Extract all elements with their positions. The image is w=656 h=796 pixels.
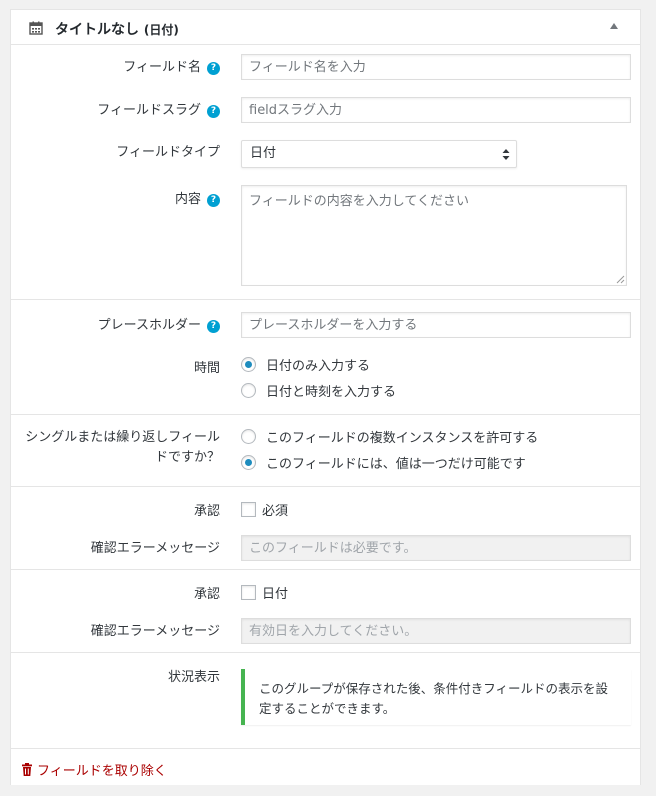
radio-button[interactable] — [241, 382, 256, 398]
content-label-text: 内容 — [174, 192, 201, 207]
radio-button[interactable] — [241, 356, 256, 372]
panel-type-label: (日付) — [143, 23, 179, 37]
radio-button[interactable] — [241, 428, 256, 444]
section-divider — [11, 299, 640, 300]
resize-grip-icon[interactable] — [616, 275, 625, 284]
required-error-label: 確認エラーメッセージ — [90, 541, 220, 556]
help-icon[interactable]: ? — [207, 194, 220, 207]
status-label: 状況表示 — [167, 670, 220, 685]
time-option-date-time[interactable]: 日付と時刻を入力する — [241, 381, 397, 400]
field-name-label-text: フィールド名 — [123, 60, 201, 75]
time-option-date-only[interactable]: 日付のみ入力する — [241, 355, 371, 374]
radio-label: このフィールドには、値は一つだけ可能です — [266, 456, 526, 472]
repeat-option-multiple[interactable]: このフィールドの複数インスタンスを許可する — [241, 427, 539, 446]
field-slug-label-text: フィールドスラグ — [97, 103, 201, 118]
validation-required-label: 承認 — [193, 504, 220, 519]
checkbox-label: 必須 — [262, 503, 289, 519]
content-placeholder: フィールドの内容を入力してください — [249, 194, 469, 209]
validation-date-label: 承認 — [193, 587, 220, 602]
help-icon[interactable]: ? — [207, 62, 220, 75]
time-label: 時間 — [193, 361, 220, 376]
required-error-input — [241, 535, 631, 561]
required-checkbox-row[interactable]: 必須 — [241, 500, 289, 519]
select-arrows-icon — [502, 149, 510, 160]
repeat-label: シングルまたは繰り返しフィールドですか？ — [25, 430, 220, 466]
placeholder-label-text: プレースホルダー — [97, 318, 201, 333]
trash-icon — [22, 763, 32, 776]
panel-footer: フィールドを取り除く — [11, 748, 640, 785]
content-label: 内容? — [175, 188, 220, 207]
status-notice: このグループが保存された後、条件付きフィールドの表示を設定することができます。 — [241, 669, 631, 725]
section-divider — [11, 569, 640, 570]
field-type-select[interactable]: 日付 — [241, 140, 517, 168]
radio-label: このフィールドの複数インスタンスを許可する — [266, 430, 539, 446]
placeholder-label: プレースホルダー? — [98, 314, 220, 333]
triangle-up-icon[interactable] — [610, 23, 618, 29]
repeat-option-single[interactable]: このフィールドには、値は一つだけ可能です — [241, 453, 526, 472]
placeholder-input[interactable] — [241, 312, 631, 338]
date-error-input — [241, 618, 631, 644]
field-name-input[interactable] — [241, 54, 631, 80]
panel-title: タイトルなし (日付) — [55, 19, 179, 39]
calendar-icon — [29, 21, 43, 35]
field-panel: タイトルなし (日付) フィールド名? フィールドスラグ? フィールドタイプ 日… — [10, 9, 641, 785]
section-divider — [11, 414, 640, 415]
remove-field-label: フィールドを取り除く — [37, 764, 167, 779]
radio-button[interactable] — [241, 454, 256, 470]
checkbox-label: 日付 — [262, 586, 289, 602]
help-icon[interactable]: ? — [207, 105, 220, 118]
required-checkbox[interactable] — [241, 501, 256, 517]
panel-title-text: タイトルなし — [55, 22, 139, 38]
date-checkbox-row[interactable]: 日付 — [241, 583, 289, 602]
remove-field-link[interactable]: フィールドを取り除く — [21, 760, 167, 779]
field-type-value: 日付 — [250, 146, 277, 161]
content-textarea[interactable]: フィールドの内容を入力してください — [241, 185, 627, 286]
field-name-label: フィールド名? — [123, 56, 220, 75]
panel-header[interactable]: タイトルなし (日付) — [11, 10, 640, 45]
date-checkbox[interactable] — [241, 584, 256, 600]
radio-label: 日付と時刻を入力する — [266, 384, 397, 400]
field-slug-input[interactable] — [241, 97, 631, 123]
radio-label: 日付のみ入力する — [266, 358, 371, 374]
help-icon[interactable]: ? — [207, 320, 220, 333]
field-type-label: フィールドタイプ — [116, 145, 220, 160]
date-error-label: 確認エラーメッセージ — [90, 624, 220, 639]
section-divider — [11, 652, 640, 653]
field-slug-label: フィールドスラグ? — [97, 99, 220, 118]
section-divider — [11, 486, 640, 487]
